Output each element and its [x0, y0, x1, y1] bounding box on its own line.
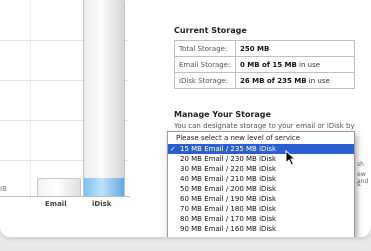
current-storage-title: Current Storage	[174, 26, 247, 35]
service-level-dropdown[interactable]: Please select a new level of service ✓ 15…	[167, 131, 355, 237]
idisk-storage-bar	[83, 0, 125, 196]
table-row: Email Storage: 0 MB of 15 MB in use	[174, 56, 355, 73]
storage-usage-chart: IB Email iDisk	[0, 0, 140, 237]
idisk-used-fill	[84, 178, 124, 196]
idisk-storage-value: 26 MB of 235 MB in use	[235, 72, 355, 89]
table-row: iDisk Storage: 26 MB of 235 MB in use	[174, 72, 355, 89]
total-storage-key: Total Storage:	[174, 40, 236, 57]
dropdown-option[interactable]: 40 MB Email / 210 MB iDisk	[168, 174, 354, 184]
obscured-text-fragment: sh	[357, 161, 364, 168]
storage-settings-page: IB Email iDisk Current Storage Total Sto…	[0, 0, 371, 237]
dropdown-option[interactable]: 30 MB Email / 220 MB iDisk	[168, 164, 354, 174]
email-storage-value: 0 MB of 15 MB in use	[235, 56, 355, 73]
dropdown-prompt: Please select a new level of service	[176, 134, 301, 142]
dropdown-option[interactable]: 20 MB Email / 230 MB iDisk	[168, 154, 354, 164]
idisk-bar-label: iDisk	[92, 200, 112, 208]
gridline	[30, 0, 31, 200]
dropdown-option[interactable]: 90 MB Email / 160 MB iDisk	[168, 224, 354, 234]
idisk-storage-key: iDisk Storage:	[174, 72, 236, 89]
dropdown-option[interactable]: 50 MB Email / 200 MB iDisk	[168, 184, 354, 194]
current-storage-table: Total Storage: 250 MB Email Storage: 0 M…	[174, 40, 355, 89]
dropdown-option[interactable]: 70 MB Email / 180 MB iDisk	[168, 204, 354, 214]
dropdown-option[interactable]: 60 MB Email / 190 MB iDisk	[168, 194, 354, 204]
email-bar-label: Email	[45, 200, 67, 208]
table-row: Total Storage: 250 MB	[174, 40, 355, 57]
dropdown-option-selected[interactable]: ✓ 15 MB Email / 235 MB iDisk	[168, 144, 354, 154]
chart-baseline	[0, 196, 130, 197]
total-storage-value: 250 MB	[235, 40, 355, 57]
dropdown-option[interactable]: 80 MB Email / 170 MB iDisk	[168, 214, 354, 224]
checkmark-icon: ✓	[170, 145, 176, 153]
manage-storage-description: You can designate storage to your email …	[174, 122, 355, 130]
email-storage-bar	[37, 178, 81, 197]
axis-label-fragment: IB	[0, 185, 7, 193]
email-storage-key: Email Storage:	[174, 56, 236, 73]
manage-storage-title: Manage Your Storage	[174, 110, 271, 119]
obscured-text-fragment: s.	[357, 181, 363, 188]
arrow-pointer-icon	[285, 150, 297, 166]
